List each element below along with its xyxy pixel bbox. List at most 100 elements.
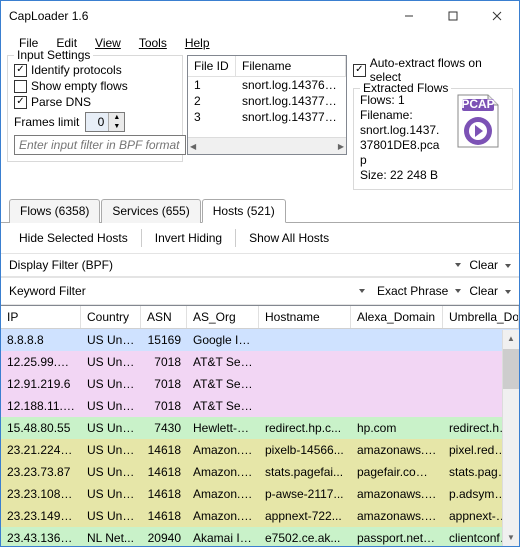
table-row[interactable]: 23.23.108.66US Unit...14618Amazon.c...p-… [1,483,519,505]
cell-alexa: pagefair.com,... [351,465,443,479]
table-row[interactable]: 23.23.73.87US Unit...14618Amazon.c...sta… [1,461,519,483]
cell-alexa: amazonaws.c... [351,443,443,457]
file-name: snort.log.143773... [236,93,346,109]
filename-value: snort.log.1437.37801DE8.pcap [360,123,446,168]
invert-hiding-button[interactable]: Invert Hiding [147,228,230,248]
pcap-file-icon[interactable]: PCAP [450,93,506,149]
display-filter-row: Display Filter (BPF) Clear [1,253,519,277]
show-empty-flows-checkbox[interactable] [14,80,27,93]
scroll-left-icon[interactable]: ◀ [190,142,196,151]
file-list-hscroll[interactable]: ◀▶ [188,137,346,154]
hosts-grid: IP Country ASN AS_Org Hostname Alexa_Dom… [1,305,519,546]
cell-asorg: AT&T Ser... [187,355,259,369]
cell-asn: 15169 [141,333,187,347]
hosts-toolbar: Hide Selected Hosts Invert Hiding Show A… [1,223,519,253]
cell-ip: 12.25.99.131 [1,355,81,369]
cell-ip: 12.188.11.11 [1,399,81,413]
col-country[interactable]: Country [81,306,141,328]
file-row[interactable]: 3snort.log.143777... [188,109,346,125]
cell-country: US Unit... [81,465,141,479]
spin-up-icon[interactable]: ▲ [108,113,124,122]
cell-asorg: AT&T Ser... [187,399,259,413]
col-ip[interactable]: IP [1,306,81,328]
titlebar: CapLoader 1.6 [1,1,519,31]
tab-strip: Flows (6358) Services (655) Hosts (521) [1,198,519,223]
file-col-id[interactable]: File ID [188,56,236,76]
table-row[interactable]: 15.48.80.55US Unit...7430Hewlett-P...red… [1,417,519,439]
hide-selected-button[interactable]: Hide Selected Hosts [11,228,136,248]
col-asn[interactable]: ASN [141,306,187,328]
table-row[interactable]: 23.43.136.70NL Net...20940Akamai In...e7… [1,527,519,546]
parse-dns-checkbox[interactable] [14,96,27,109]
exact-phrase-dropdown[interactable]: Exact Phrase [373,282,465,300]
spin-down-icon[interactable]: ▼ [108,122,124,131]
cell-ip: 23.43.136.70 [1,531,81,545]
display-filter-dropdown[interactable] [448,261,465,269]
separator [141,229,142,247]
scroll-down-icon[interactable]: ▼ [503,529,519,546]
cell-country: US Unit... [81,487,141,501]
col-alexa[interactable]: Alexa_Domain [351,306,443,328]
table-row[interactable]: 23.21.224.95US Unit...14618Amazon.c...pi… [1,439,519,461]
grid-vscroll[interactable]: ▲ ▼ [502,330,519,546]
cell-hostname: p-awse-2117... [259,487,351,501]
display-filter-label: Display Filter (BPF) [9,258,113,272]
tab-hosts[interactable]: Hosts (521) [202,199,286,223]
table-row[interactable]: 8.8.8.8US Unit...15169Google Inc. [1,329,519,351]
window-title: CapLoader 1.6 [9,9,387,23]
cell-asorg: Akamai In... [187,531,259,545]
menu-tools[interactable]: Tools [131,33,175,53]
cell-ip: 15.48.80.55 [1,421,81,435]
file-list[interactable]: File ID Filename 1snort.log.143769...2sn… [187,55,347,155]
tab-services[interactable]: Services (655) [101,199,200,223]
scroll-thumb[interactable] [503,349,519,389]
file-row[interactable]: 1snort.log.143769... [188,77,346,93]
file-row[interactable]: 2snort.log.143773... [188,93,346,109]
bpf-filter-input[interactable] [14,135,186,155]
cell-hostname: e7502.ce.ak... [259,531,351,545]
minimize-button[interactable] [387,1,431,31]
keyword-filter-clear-dropdown[interactable] [502,284,511,298]
menu-help[interactable]: Help [177,33,218,53]
table-row[interactable]: 12.25.99.131US Unit...7018AT&T Ser... [1,351,519,373]
cell-asorg: Google Inc. [187,333,259,347]
frames-limit-spinner[interactable]: 0 ▲▼ [85,112,125,132]
keyword-filter-label: Keyword Filter [9,284,86,298]
tab-flows[interactable]: Flows (6358) [9,199,100,223]
cell-hostname: pixelb-14566... [259,443,351,457]
frames-limit-value[interactable]: 0 [86,113,108,131]
separator [235,229,236,247]
auto-extract-checkbox[interactable] [353,64,366,77]
scroll-right-icon[interactable]: ▶ [338,142,344,151]
cell-asn: 7018 [141,377,187,391]
cell-asn: 14618 [141,487,187,501]
cell-hostname: appnext-722... [259,509,351,523]
cell-ip: 23.23.149.253 [1,509,81,523]
table-row[interactable]: 12.91.219.6US Unit...7018AT&T Ser... [1,373,519,395]
table-row[interactable]: 12.188.11.11US Unit...7018AT&T Ser... [1,395,519,417]
identify-protocols-checkbox[interactable] [14,64,27,77]
maximize-button[interactable] [431,1,475,31]
display-filter-clear-dropdown[interactable] [502,258,511,272]
keyword-filter-dropdown[interactable] [352,287,369,295]
cell-asn: 7018 [141,399,187,413]
cell-ip: 23.21.224.95 [1,443,81,457]
table-row[interactable]: 23.23.149.253US Unit...14618Amazon.c...a… [1,505,519,527]
cell-country: US Unit... [81,399,141,413]
col-umbrella[interactable]: Umbrella_Domain [443,306,519,328]
display-filter-clear[interactable]: Clear [469,258,498,272]
scroll-up-icon[interactable]: ▲ [503,330,519,347]
file-col-name[interactable]: Filename [236,56,346,76]
show-all-button[interactable]: Show All Hosts [241,228,337,248]
close-button[interactable] [475,1,519,31]
svg-text:PCAP: PCAP [461,97,494,111]
cell-asn: 20940 [141,531,187,545]
col-hostname[interactable]: Hostname [259,306,351,328]
cell-alexa: amazonaws.c... [351,487,443,501]
keyword-filter-clear[interactable]: Clear [469,284,498,298]
col-asorg[interactable]: AS_Org [187,306,259,328]
cell-country: NL Net... [81,531,141,545]
file-id: 2 [188,93,236,109]
cell-country: US Unit... [81,377,141,391]
cell-hostname: redirect.hp.c... [259,421,351,435]
